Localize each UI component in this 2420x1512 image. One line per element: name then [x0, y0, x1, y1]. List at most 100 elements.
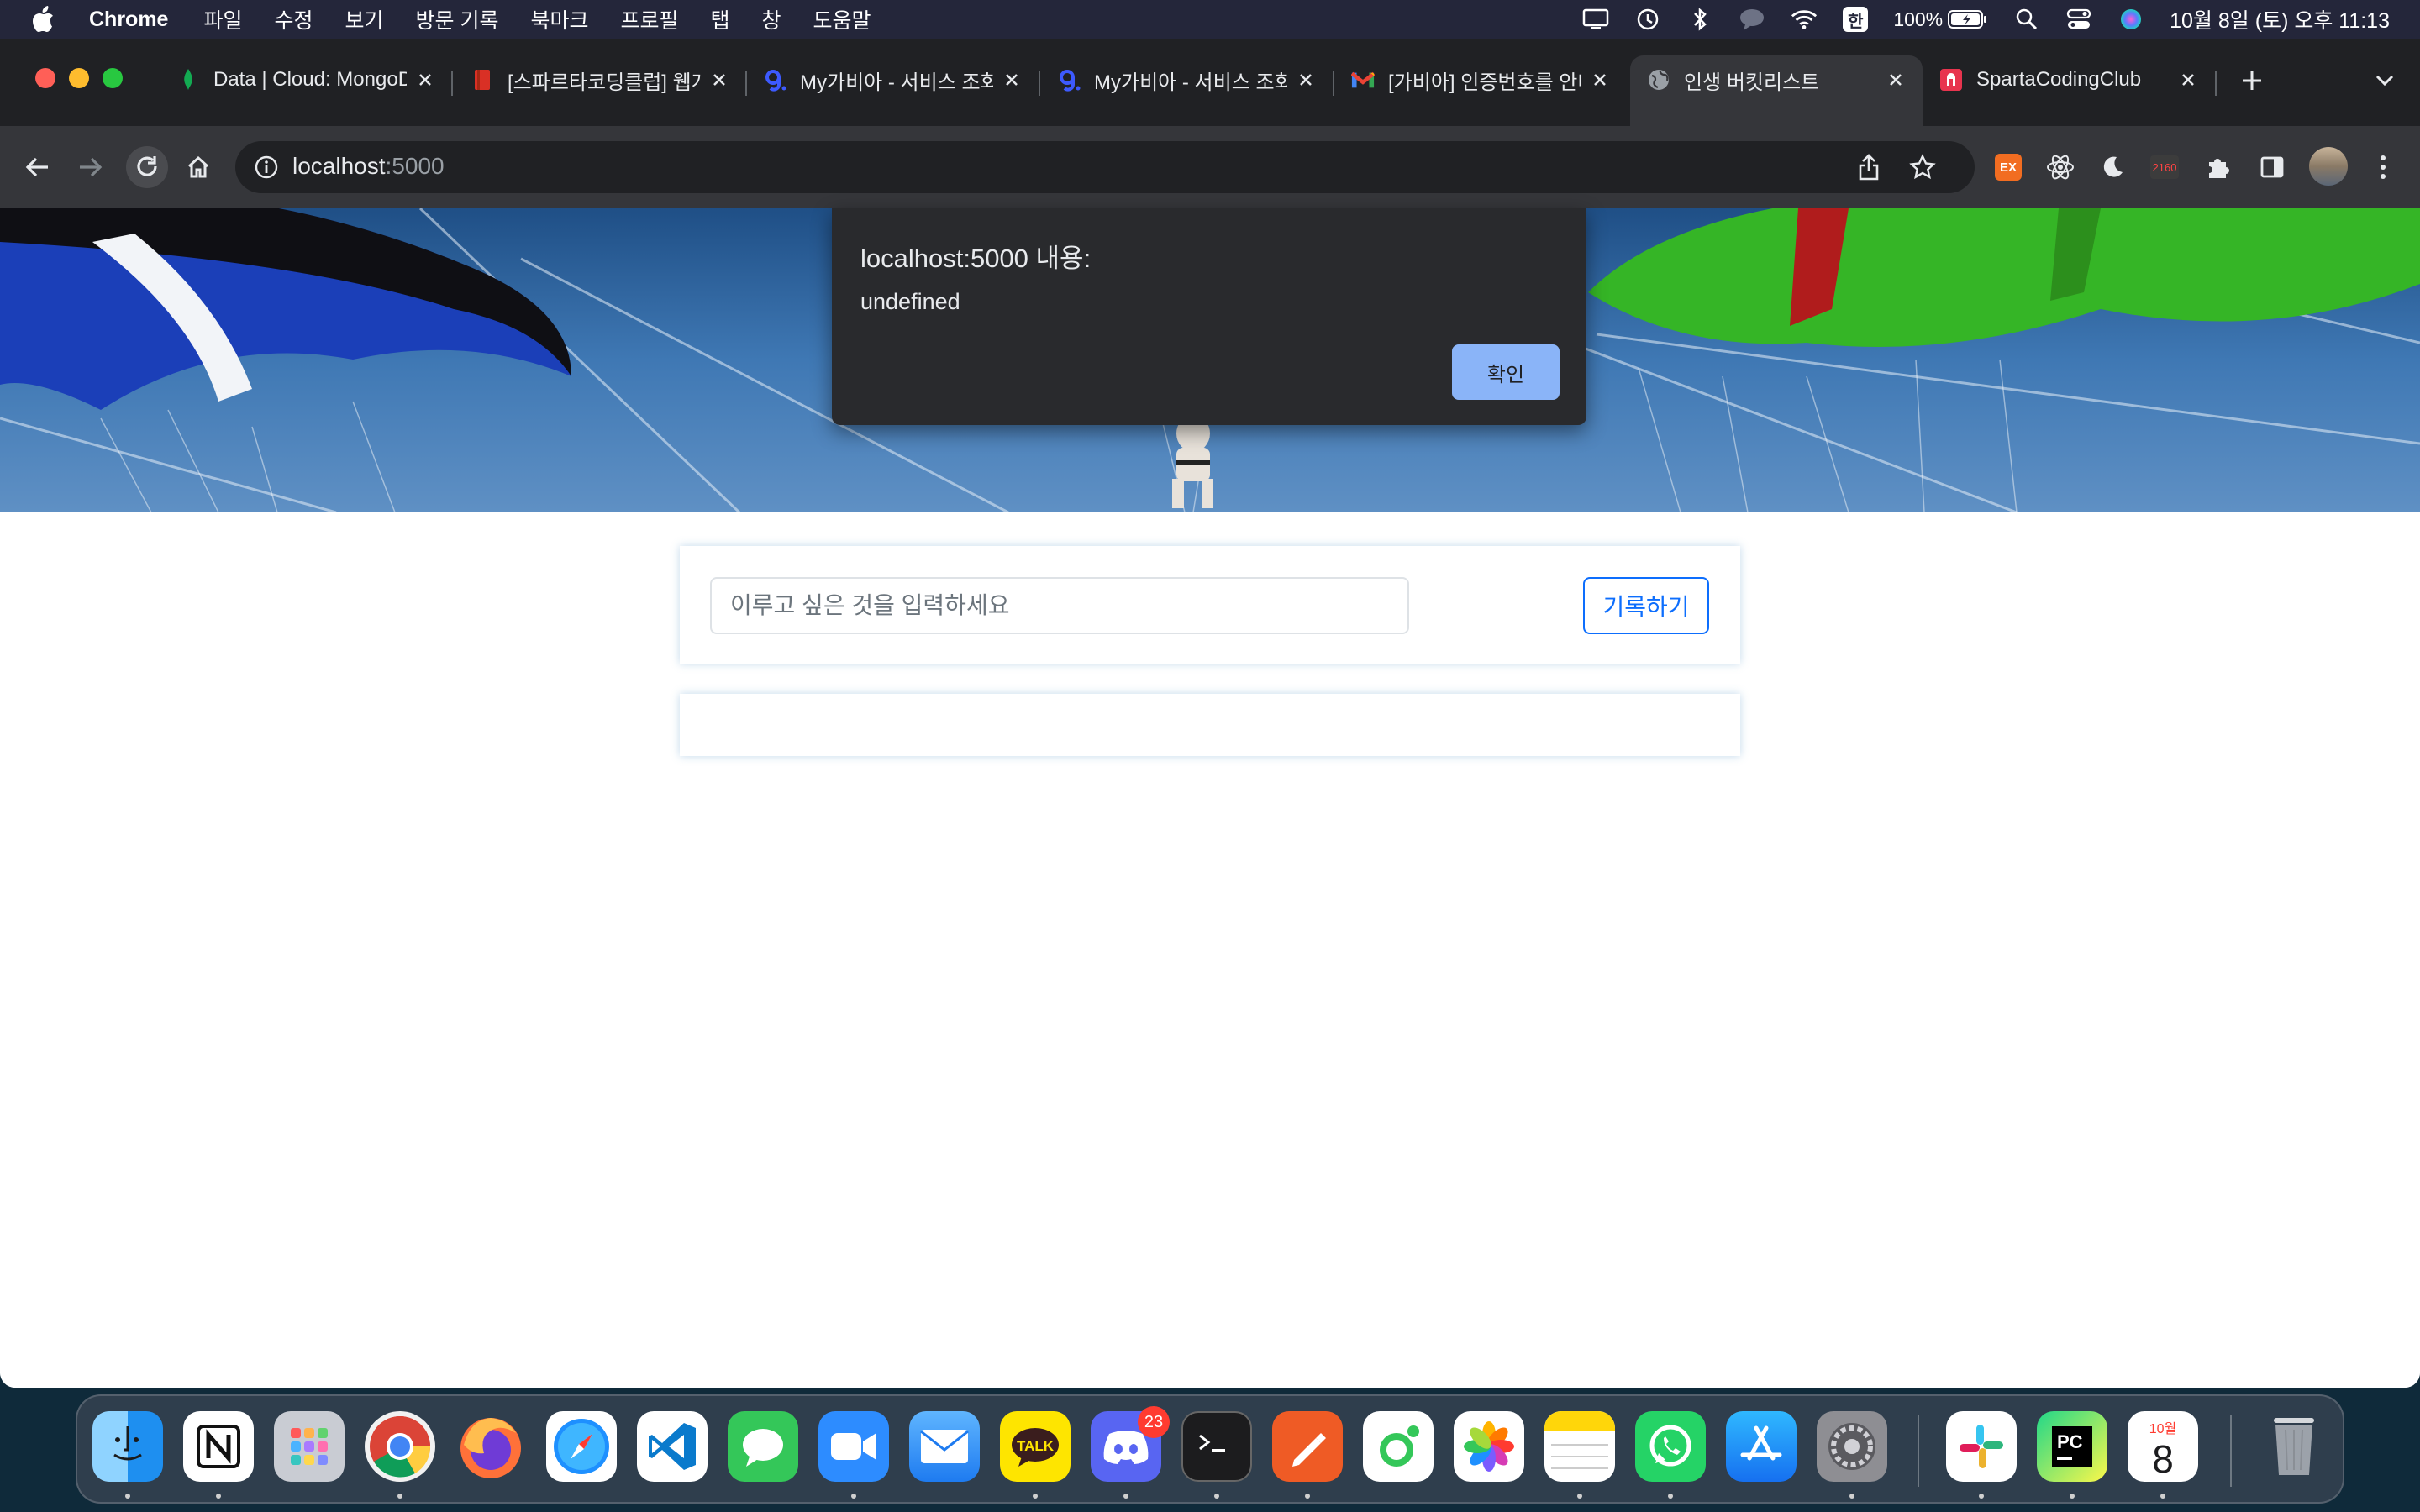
menu-view[interactable]: 보기: [345, 4, 384, 34]
tab-title: SpartaCodingClub: [1976, 68, 2142, 91]
tab-sparta-webdev[interactable]: [스파르타코딩클럽] 웹개발: [471, 62, 731, 97]
input-source-icon[interactable]: 한: [1843, 7, 1869, 32]
menu-help[interactable]: 도움말: [813, 4, 871, 34]
address-bar[interactable]: localhost:5000: [235, 141, 1975, 193]
app-store-icon[interactable]: [1726, 1411, 1797, 1482]
close-icon[interactable]: [1588, 68, 1612, 92]
home-icon[interactable]: [182, 150, 215, 184]
dark-mode-moon-icon[interactable]: [2096, 150, 2129, 184]
more-menu-icon[interactable]: [2366, 150, 2400, 184]
mongodb-leaf-icon: [176, 68, 200, 92]
side-panel-icon[interactable]: [2255, 150, 2289, 184]
minimize-window-button[interactable]: [69, 68, 89, 88]
close-icon[interactable]: [1294, 68, 1318, 92]
back-arrow-icon[interactable]: [20, 150, 54, 184]
spotlight-search-icon[interactable]: [2013, 6, 2040, 33]
clock-datetime[interactable]: 10월 8일 (토) 오후 11:13: [2170, 4, 2390, 34]
vscode-icon[interactable]: [637, 1411, 708, 1482]
menu-file[interactable]: 파일: [203, 4, 242, 34]
tab-search-chevron-down-icon[interactable]: [2368, 64, 2402, 97]
zoom-window-button[interactable]: [103, 68, 123, 88]
menu-edit[interactable]: 수정: [274, 4, 313, 34]
menu-profile[interactable]: 프로필: [620, 4, 678, 34]
time-machine-icon[interactable]: [1634, 6, 1661, 33]
dock-separator: [1918, 1415, 1919, 1487]
tab-separator: [1333, 71, 1334, 96]
extension-ex-icon[interactable]: EX: [1991, 150, 2025, 184]
wifi-icon[interactable]: [1791, 6, 1818, 33]
close-icon[interactable]: [1000, 68, 1023, 92]
messages-icon[interactable]: [728, 1411, 798, 1482]
extension-counter-icon[interactable]: 2160: [2148, 150, 2181, 184]
firefox-icon[interactable]: [455, 1411, 526, 1482]
running-indicator: [397, 1494, 402, 1499]
control-center-icon[interactable]: [2065, 6, 2092, 33]
forward-arrow-icon[interactable]: [74, 150, 108, 184]
menu-window[interactable]: 창: [762, 4, 781, 34]
tab-title: Data | Cloud: MongoDB: [213, 68, 407, 91]
notion-icon[interactable]: [183, 1411, 254, 1482]
chat-bubble-icon[interactable]: [1739, 6, 1765, 33]
postman-icon[interactable]: [1272, 1411, 1343, 1482]
running-indicator: [1849, 1494, 1854, 1499]
running-indicator: [1033, 1494, 1038, 1499]
calendar-icon[interactable]: 10월 8: [2128, 1411, 2198, 1482]
whatsapp-icon[interactable]: [1635, 1411, 1706, 1482]
bookmark-star-icon[interactable]: [1906, 150, 1939, 184]
tab-mygabia-2[interactable]: My가비아 - 서비스 조회: [1057, 62, 1318, 97]
tab-spartacodingclub[interactable]: SpartaCodingClub: [1939, 62, 2200, 97]
pycharm-icon[interactable]: PC: [2037, 1411, 2107, 1482]
reload-icon[interactable]: [126, 146, 168, 188]
battery-icon[interactable]: [1948, 6, 1988, 33]
bucket-input[interactable]: [710, 577, 1409, 634]
kakaotalk-icon[interactable]: TALK: [1000, 1411, 1071, 1482]
zoom-icon[interactable]: [818, 1411, 889, 1482]
tab-gmail-gabia[interactable]: [가비아] 인증번호를 안내: [1351, 62, 1612, 97]
running-indicator: [1668, 1494, 1673, 1499]
share-icon[interactable]: [1852, 150, 1886, 184]
chrome-icon[interactable]: [365, 1411, 435, 1482]
running-indicator: [216, 1494, 221, 1499]
close-window-button[interactable]: [35, 68, 55, 88]
notes-icon[interactable]: [1544, 1411, 1615, 1482]
mindnode-icon[interactable]: [1363, 1411, 1434, 1482]
save-bucket-button[interactable]: 기록하기: [1583, 577, 1709, 634]
siri-icon[interactable]: [2118, 6, 2144, 33]
safari-icon[interactable]: [546, 1411, 617, 1482]
launchpad-icon[interactable]: [274, 1411, 345, 1482]
macos-dock: TALK 23 PC 10월 8: [76, 1394, 2344, 1504]
bluetooth-icon[interactable]: [1686, 6, 1713, 33]
close-icon[interactable]: [1884, 68, 1907, 92]
menu-app-name[interactable]: Chrome: [89, 8, 168, 32]
menu-tab[interactable]: 탭: [711, 4, 730, 34]
menu-bookmarks[interactable]: 북마크: [530, 4, 588, 34]
extensions-puzzle-icon[interactable]: [2202, 150, 2235, 184]
tab-bucket-list-active[interactable]: 인생 버킷리스트: [1647, 62, 1907, 97]
profile-avatar[interactable]: [2309, 147, 2348, 186]
input-source-label: 한: [1848, 12, 1864, 31]
new-tab-plus-icon[interactable]: [2235, 64, 2269, 97]
display-icon[interactable]: [1582, 6, 1609, 33]
terminal-icon[interactable]: [1181, 1411, 1252, 1482]
photos-icon[interactable]: [1454, 1411, 1524, 1482]
close-icon[interactable]: [708, 68, 731, 92]
calendar-month-label: 10월: [2149, 1422, 2177, 1436]
tab-mongodb[interactable]: Data | Cloud: MongoDB: [176, 62, 437, 97]
alert-ok-button[interactable]: 확인: [1452, 344, 1560, 400]
react-devtools-icon[interactable]: [2044, 150, 2077, 184]
mail-icon[interactable]: [909, 1411, 980, 1482]
menu-history[interactable]: 방문 기록: [416, 4, 499, 34]
tab-title: My가비아 - 서비스 조회: [1094, 71, 1287, 94]
site-info-icon[interactable]: [254, 155, 279, 184]
close-icon[interactable]: [2176, 68, 2200, 92]
battery-percent: 100%: [1893, 8, 1944, 30]
trash-icon[interactable]: [2259, 1411, 2329, 1482]
apple-icon[interactable]: [32, 6, 57, 33]
close-icon[interactable]: [413, 68, 437, 92]
finder-icon[interactable]: [92, 1411, 163, 1482]
address-url[interactable]: localhost:5000: [292, 153, 445, 180]
slack-icon[interactable]: [1946, 1411, 2017, 1482]
system-preferences-icon[interactable]: [1817, 1411, 1887, 1482]
url-port: :5000: [385, 153, 445, 179]
tab-mygabia-1[interactable]: My가비아 - 서비스 조회: [763, 62, 1023, 97]
